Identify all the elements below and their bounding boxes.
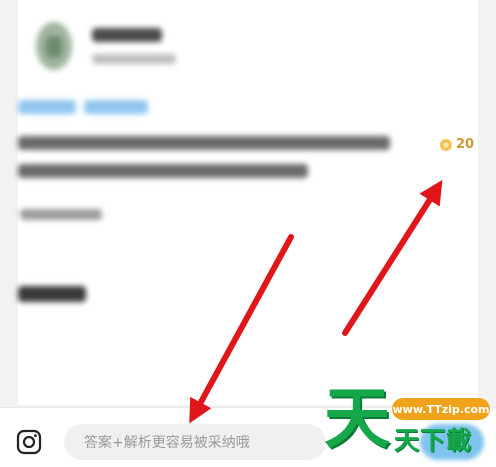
site-watermark: 天 www.TTzip.com 天下載: [316, 384, 496, 467]
question-text-line-blurred: [18, 164, 308, 178]
camera-icon[interactable]: [16, 429, 42, 455]
coin-icon: [440, 138, 452, 151]
watermark-chars: 天下載: [394, 426, 473, 455]
question-tag-blurred[interactable]: [84, 100, 148, 114]
answer-screen: 20 天 www.TTzip.com 天下載: [0, 0, 496, 467]
user-meta-blurred: [92, 54, 176, 64]
question-meta-blurred: [20, 209, 102, 220]
user-name-blurred: [92, 28, 162, 42]
answer-input[interactable]: [82, 424, 316, 462]
watermark-logo-char: 天: [324, 380, 390, 457]
question-card: [18, 0, 478, 405]
question-text-line-blurred: [18, 136, 390, 150]
reward-value: 20: [456, 137, 475, 152]
reward-badge: 20: [440, 137, 474, 152]
answer-input-container[interactable]: [64, 424, 326, 462]
question-tag-blurred[interactable]: [18, 100, 76, 114]
watermark-url: www.TTzip.com: [392, 398, 490, 420]
section-heading-blurred: [18, 286, 86, 302]
user-avatar[interactable]: [36, 22, 72, 70]
